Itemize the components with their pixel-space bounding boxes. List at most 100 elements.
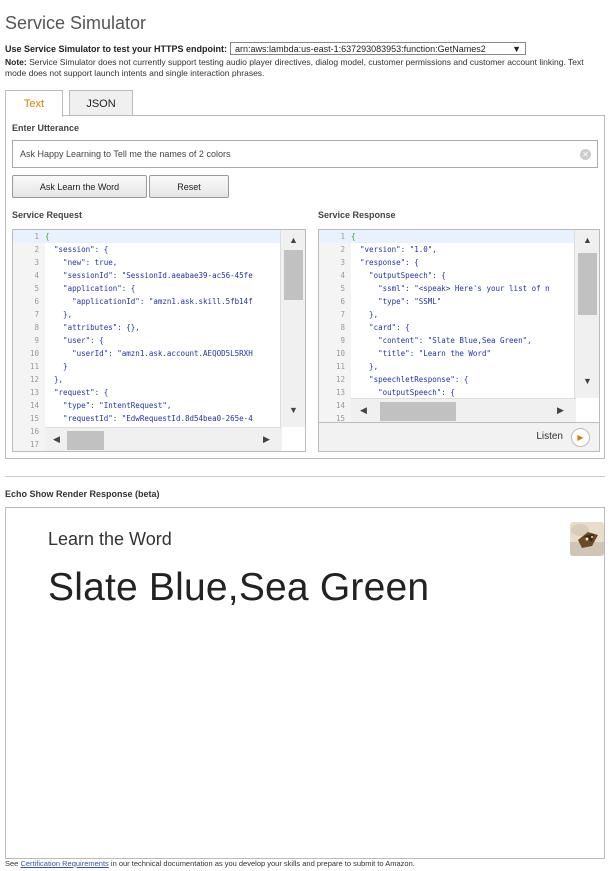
scroll-up-icon[interactable]: ▲ <box>281 235 305 245</box>
line-number: 12 <box>319 373 351 386</box>
request-vertical-scrollbar[interactable]: ▲ ▼ <box>280 230 305 427</box>
response-code: 1{2 "version": "1.0", 3 "response": {4 "o… <box>319 230 574 422</box>
code-line: 10 "userId": "amzn1.ask.account.AEQOD5L5… <box>13 347 280 360</box>
echo-show-render: Learn the Word Slate Blue,Sea Green <box>5 507 605 859</box>
request-scroll-thumb[interactable] <box>284 250 303 300</box>
code-text: "card": { <box>351 323 410 332</box>
code-line: 12 }, <box>13 373 280 386</box>
dropdown-arrow-icon: ▼ <box>512 43 522 54</box>
code-line: 4 "outputSpeech": { <box>319 269 574 282</box>
code-text: "speechletResponse": { <box>351 375 469 384</box>
code-line: 9 "content": "Slate Blue,Sea Green", <box>319 334 574 347</box>
tab-text[interactable]: Text <box>5 90 63 117</box>
scroll-right-icon[interactable]: ▶ <box>263 434 270 445</box>
clear-circle-icon[interactable]: ✕ <box>580 148 591 160</box>
line-number: 9 <box>13 334 45 347</box>
line-number: 8 <box>13 321 45 334</box>
page-title: Service Simulator <box>5 13 147 33</box>
line-number: 15 <box>13 412 45 425</box>
line-number: 16 <box>13 425 45 438</box>
scroll-left-icon[interactable]: ◀ <box>53 434 60 445</box>
scroll-left-icon[interactable]: ◀ <box>360 405 367 416</box>
code-line: 3 "new": true, <box>13 256 280 269</box>
line-number: 8 <box>319 321 351 334</box>
line-number: 11 <box>319 360 351 373</box>
line-number: 3 <box>13 256 45 269</box>
endpoint-row: Use Service Simulator to test your HTTPS… <box>5 42 527 55</box>
ask-button[interactable]: Ask Learn the Word <box>12 175 147 198</box>
service-request-editor[interactable]: 1{2 "session": {3 "new": true, 4 "session… <box>12 229 306 452</box>
code-text: "request": { <box>45 388 109 397</box>
line-number: 13 <box>13 386 45 399</box>
line-number: 15 <box>319 412 351 422</box>
code-line: 10 "title": "Learn the Word" <box>319 347 574 360</box>
skill-thumbnail-image <box>570 522 604 556</box>
service-response-label: Service Response <box>318 210 396 220</box>
utterance-label: Enter Utterance <box>12 123 80 133</box>
code-text: "requestId": "EdwRequestId.8d54bea0-265e… <box>45 414 253 423</box>
code-line: 2 "session": { <box>13 243 280 256</box>
code-line: 4 "sessionId": "SessionId.aeabae39-ac56-… <box>13 269 280 282</box>
code-text: "application": { <box>45 284 136 293</box>
play-icon[interactable]: ▶ <box>571 428 590 447</box>
note-body: Service Simulator does not currently sup… <box>5 57 584 78</box>
certification-requirements-link[interactable]: Certification Requirements <box>20 859 108 868</box>
reset-button[interactable]: Reset <box>149 175 229 198</box>
code-text: "content": "Slate Blue,Sea Green", <box>351 336 532 345</box>
line-number: 14 <box>13 399 45 412</box>
service-response-editor[interactable]: 1{2 "version": "1.0", 3 "response": {4 "o… <box>318 229 600 423</box>
line-number: 5 <box>319 282 351 295</box>
code-line: 9 "user": { <box>13 334 280 347</box>
line-number: 4 <box>319 269 351 282</box>
line-number: 4 <box>13 269 45 282</box>
request-horizontal-scrollbar[interactable]: ◀ ▶ <box>45 427 282 451</box>
line-number: 12 <box>13 373 45 386</box>
code-line: 8 "card": { <box>319 321 574 334</box>
endpoint-select[interactable]: arn:aws:lambda:us-east-1:637293083953:fu… <box>230 42 527 55</box>
tab-json[interactable]: JSON <box>69 90 133 116</box>
code-line: 1{ <box>319 230 574 243</box>
echo-title: Learn the Word <box>48 529 172 549</box>
echo-content: Slate Blue,Sea Green <box>48 566 430 609</box>
code-line: 13 "request": { <box>13 386 280 399</box>
code-line: 7 }, <box>319 308 574 321</box>
response-scroll-thumb[interactable] <box>578 253 597 315</box>
line-number: 17 <box>13 438 45 451</box>
code-text: }, <box>351 310 379 319</box>
request-hscroll-thumb[interactable] <box>67 431 104 450</box>
code-text: "user": { <box>45 336 104 345</box>
simulator-panel: Enter Utterance Ask Happy Learning to Te… <box>5 115 605 459</box>
utterance-input[interactable]: Ask Happy Learning to Tell me the names … <box>12 140 598 168</box>
section-divider <box>5 476 605 477</box>
service-request-label: Service Request <box>12 210 83 220</box>
utterance-value: Ask Happy Learning to Tell me the names … <box>20 149 231 159</box>
code-text: "new": true, <box>45 258 118 267</box>
response-vertical-scrollbar[interactable]: ▲ ▼ <box>574 230 599 398</box>
request-code: 1{2 "session": {3 "new": true, 4 "session… <box>13 230 280 451</box>
code-text: "type": "SSML" <box>351 297 442 306</box>
line-number: 10 <box>319 347 351 360</box>
scroll-down-icon[interactable]: ▼ <box>281 405 305 415</box>
line-number: 5 <box>13 282 45 295</box>
response-horizontal-scrollbar[interactable]: ◀ ▶ <box>351 398 576 422</box>
code-line: 6 "type": "SSML" <box>319 295 574 308</box>
line-number: 1 <box>319 230 351 243</box>
code-line: 11 }, <box>319 360 574 373</box>
code-line: 6 "applicationId": "amzn1.ask.skill.5fb1… <box>13 295 280 308</box>
response-hscroll-thumb[interactable] <box>380 402 456 421</box>
tab-bar: Text JSON <box>5 90 139 117</box>
line-number: 10 <box>13 347 45 360</box>
endpoint-label: Use Service Simulator to test your HTTPS… <box>5 43 228 54</box>
line-number: 11 <box>13 360 45 373</box>
listen-label: Listen <box>536 431 563 442</box>
endpoint-value: arn:aws:lambda:us-east-1:637293083953:fu… <box>235 43 486 54</box>
code-line: 5 "ssml": "<speak> Here's your list of n <box>319 282 574 295</box>
line-number: 13 <box>319 386 351 399</box>
code-line: 11 } <box>13 360 280 373</box>
scroll-up-icon[interactable]: ▲ <box>575 235 599 245</box>
echo-render-label: Echo Show Render Response (beta) <box>5 489 160 499</box>
line-number: 7 <box>319 308 351 321</box>
scroll-right-icon[interactable]: ▶ <box>557 405 564 416</box>
scroll-down-icon[interactable]: ▼ <box>575 376 599 386</box>
line-number: 6 <box>319 295 351 308</box>
